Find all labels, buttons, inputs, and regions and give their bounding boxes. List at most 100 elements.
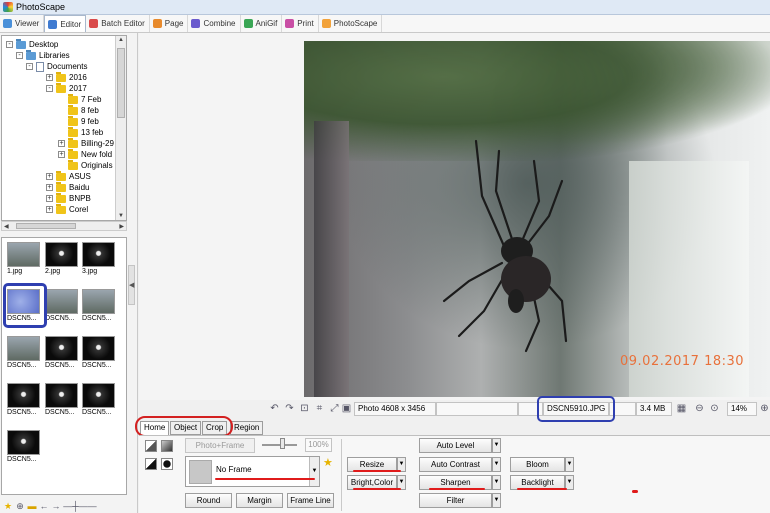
rotate-right-icon[interactable]: ↷: [284, 403, 295, 414]
zoom-in-icon[interactable]: ⊕: [759, 403, 770, 414]
expand-icon[interactable]: +: [46, 195, 53, 202]
thumbnail-image[interactable]: [7, 242, 40, 267]
tree-item-folder[interactable]: + BNPB: [46, 192, 91, 204]
thumbnail-item[interactable]: DSCN5...: [82, 289, 118, 322]
star-icon[interactable]: ★: [323, 456, 333, 469]
tree-item-documents[interactable]: - Documents: [26, 61, 87, 72]
thumbnail-image[interactable]: [82, 289, 115, 314]
thumbnail-image[interactable]: [82, 383, 115, 408]
tab-anigif[interactable]: AniGif: [241, 15, 283, 32]
frame-style-icon[interactable]: [161, 458, 173, 470]
auto-contrast-dropdown-icon[interactable]: ▼: [492, 457, 501, 472]
frame-style-icon[interactable]: [145, 458, 157, 470]
tree-item-folder[interactable]: + Billing-29: [58, 137, 114, 149]
crop-icon[interactable]: ⌗: [314, 403, 325, 414]
folder-tree[interactable]: - Desktop - Libraries - Documents +2016 -20…: [1, 35, 127, 221]
zoom-fit-icon[interactable]: ⊙: [709, 403, 720, 414]
thumbnail-grid[interactable]: 1.jpg 2.jpg 3.jpg DSCN5... DSCN5... DSCN…: [1, 237, 127, 495]
scroll-down-icon[interactable]: ▼: [118, 213, 124, 219]
expand-icon[interactable]: +: [46, 184, 53, 191]
tab-batch-editor[interactable]: Batch Editor: [86, 15, 150, 32]
resize-icon[interactable]: ⤢: [329, 403, 340, 414]
filter-dropdown-icon[interactable]: ▼: [492, 493, 501, 508]
auto-level-button[interactable]: Auto Level: [419, 438, 492, 453]
collapse-icon[interactable]: -: [46, 85, 53, 92]
frame-line-button[interactable]: Frame Line: [287, 493, 334, 508]
add-folder-icon[interactable]: ⊕: [15, 501, 25, 511]
tab-viewer[interactable]: Viewer: [0, 15, 45, 32]
thumbnail-item[interactable]: DSCN5...: [82, 383, 118, 416]
scroll-thumb[interactable]: [117, 48, 125, 118]
thumbnail-item[interactable]: DSCN5...: [7, 383, 43, 416]
thumbnail-item[interactable]: DSCN5...: [45, 289, 81, 322]
scroll-left-icon[interactable]: ◀: [4, 223, 9, 230]
tree-item-folder[interactable]: +2016: [46, 71, 87, 83]
thumbnail-image[interactable]: [45, 336, 78, 361]
bloom-dropdown-icon[interactable]: ▼: [565, 457, 574, 472]
thumbnail-item[interactable]: DSCN5...: [7, 430, 43, 463]
thumbnail-item[interactable]: DSCN5...: [7, 336, 43, 369]
collapse-icon[interactable]: -: [26, 63, 33, 70]
thumbnail-image[interactable]: [45, 242, 78, 267]
photo-frame-button[interactable]: Photo+Frame: [185, 438, 255, 453]
frame-style-icon[interactable]: [145, 440, 157, 452]
tab-print[interactable]: Print: [282, 15, 319, 32]
scroll-thumb[interactable]: [16, 223, 76, 229]
tree-horizontal-scrollbar[interactable]: ◀ ▶: [1, 221, 127, 231]
tree-item-folder[interactable]: + Baidu: [46, 181, 89, 193]
tab-photoscape[interactable]: PhotoScape: [319, 15, 383, 32]
expand-icon[interactable]: +: [46, 206, 53, 213]
tree-item-folder[interactable]: 9 feb: [68, 115, 99, 127]
thumbnail-image[interactable]: [82, 242, 115, 267]
zoom-out-icon[interactable]: ⊖: [694, 403, 705, 414]
tab-region[interactable]: Region: [230, 421, 264, 435]
fit-icon[interactable]: ⊡: [299, 403, 310, 414]
thumbnail-image[interactable]: [82, 336, 115, 361]
photo-preview[interactable]: 09.02.2017 18:30: [304, 41, 770, 397]
scroll-up-icon[interactable]: ▲: [118, 37, 124, 43]
thumbnail-item[interactable]: 3.jpg: [82, 242, 118, 275]
tree-item-folder[interactable]: Originals: [68, 159, 113, 171]
expand-icon[interactable]: +: [46, 74, 53, 81]
expand-icon[interactable]: +: [58, 140, 65, 147]
thumbnail-item[interactable]: 2.jpg: [45, 242, 81, 275]
tab-editor[interactable]: Editor: [44, 15, 87, 32]
folder-icon[interactable]: ▬: [27, 501, 37, 511]
tree-item-folder[interactable]: 7 Feb: [68, 93, 101, 105]
back-icon[interactable]: ←: [39, 501, 49, 511]
thumbnail-image[interactable]: [7, 336, 40, 361]
thumbnail-image[interactable]: [7, 383, 40, 408]
frame-style-icon[interactable]: [161, 440, 173, 452]
forward-icon[interactable]: →: [51, 501, 61, 511]
round-button[interactable]: Round: [185, 493, 232, 508]
tree-item-folder[interactable]: + Corel: [46, 203, 88, 215]
thumbnail-image[interactable]: [45, 289, 78, 314]
tree-item-folder[interactable]: + New fold: [58, 148, 112, 160]
filter-button[interactable]: Filter: [419, 493, 492, 508]
tree-item-folder[interactable]: + ASUS: [46, 170, 91, 182]
tree-vertical-scrollbar[interactable]: ▲ ▼: [115, 36, 126, 220]
expand-icon[interactable]: +: [46, 173, 53, 180]
thumbnail-image[interactable]: [7, 430, 40, 455]
thumbnail-image[interactable]: [45, 383, 78, 408]
checker-icon[interactable]: ▦: [676, 403, 687, 414]
tree-item-libraries[interactable]: - Libraries: [16, 49, 70, 61]
thumbnail-item[interactable]: 1.jpg: [7, 242, 43, 275]
expand-icon[interactable]: +: [58, 151, 65, 158]
margin-button[interactable]: Margin: [236, 493, 283, 508]
frame-percent-field[interactable]: 100%: [305, 438, 332, 452]
tree-item-folder[interactable]: 8 feb: [68, 104, 99, 116]
tab-combine[interactable]: Combine: [188, 15, 241, 32]
chevron-down-icon[interactable]: ▼: [309, 457, 319, 486]
rotate-left-icon[interactable]: ↶: [269, 403, 280, 414]
tree-item-folder[interactable]: 13 feb: [68, 126, 103, 138]
frame-select[interactable]: No Frame ▼: [185, 456, 320, 487]
auto-contrast-button[interactable]: Auto Contrast: [419, 457, 492, 472]
tree-item-desktop[interactable]: - Desktop: [6, 38, 58, 50]
thumbnail-item[interactable]: DSCN5...: [45, 383, 81, 416]
star-icon[interactable]: ★: [3, 501, 13, 511]
photo-canvas[interactable]: 09.02.2017 18:30: [139, 33, 770, 400]
panel-collapse-handle[interactable]: ◀: [128, 265, 135, 305]
thumbnail-size-slider[interactable]: —┼——: [63, 501, 97, 511]
scroll-right-icon[interactable]: ▶: [119, 223, 124, 230]
